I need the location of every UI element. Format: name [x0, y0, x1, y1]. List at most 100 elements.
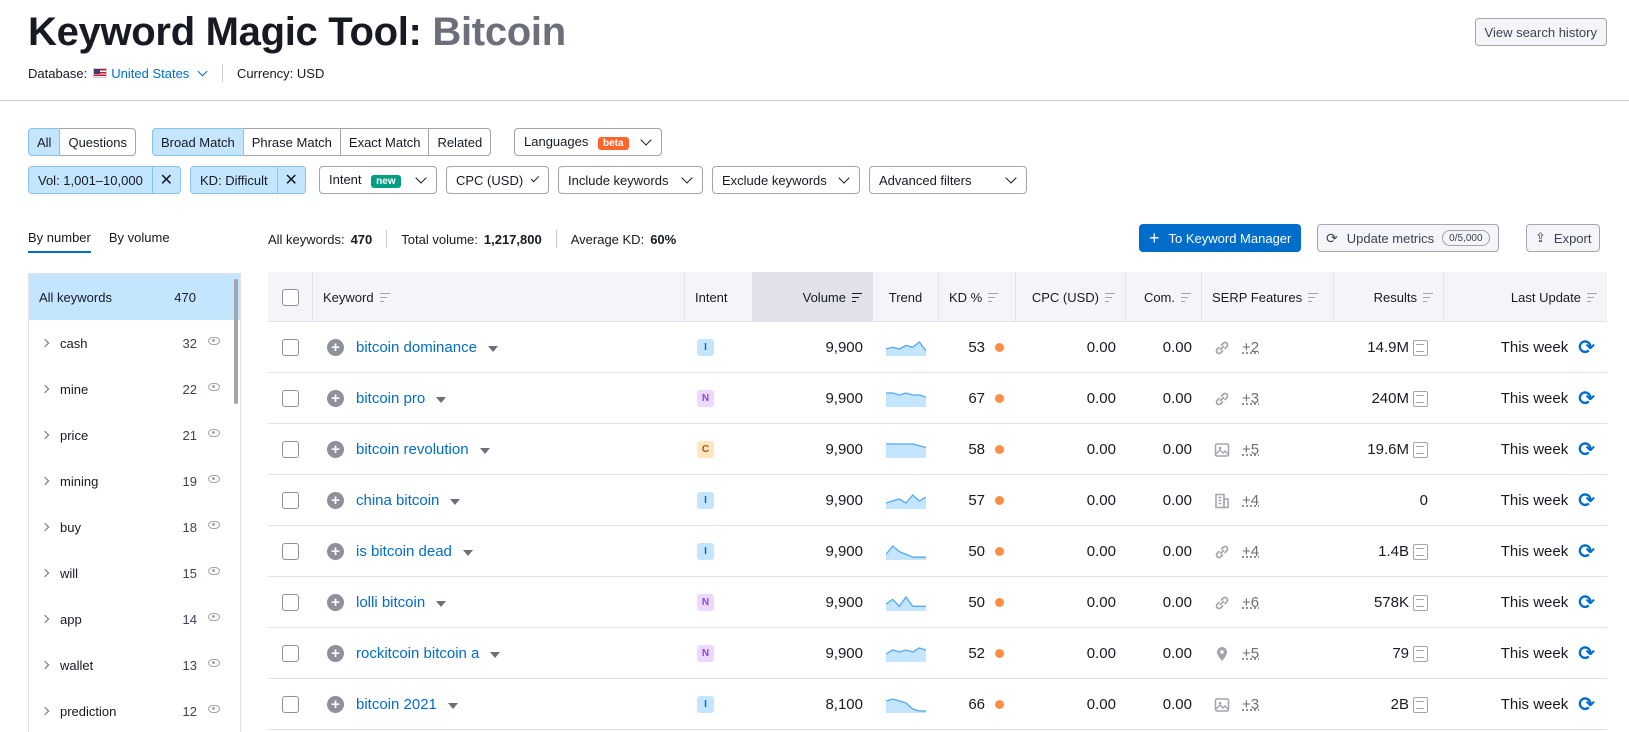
caret-down-icon[interactable]: [436, 396, 447, 403]
caret-down-icon[interactable]: [490, 651, 501, 658]
row-checkbox[interactable]: [282, 339, 299, 356]
sidebar-item-all-keywords[interactable]: All keywords 470: [29, 274, 240, 320]
serp-more-link[interactable]: +3: [1242, 696, 1259, 713]
row-checkbox[interactable]: [282, 441, 299, 458]
eye-icon[interactable]: [208, 383, 220, 391]
to-keyword-manager-button[interactable]: + To Keyword Manager: [1139, 224, 1302, 252]
col-serp-features[interactable]: SERP Features: [1202, 272, 1334, 322]
eye-icon[interactable]: [208, 613, 220, 621]
refresh-icon[interactable]: ⟳: [1578, 491, 1595, 511]
serp-snapshot-icon[interactable]: [1413, 645, 1428, 662]
col-com[interactable]: Com.: [1126, 272, 1202, 322]
row-checkbox[interactable]: [282, 645, 299, 662]
tab-broad-match[interactable]: Broad Match: [152, 128, 244, 156]
tab-questions[interactable]: Questions: [59, 128, 136, 156]
keyword-link[interactable]: lolli bitcoin: [356, 594, 425, 611]
serp-more-link[interactable]: +6: [1242, 594, 1259, 611]
serp-snapshot-icon[interactable]: [1413, 339, 1428, 356]
eye-icon[interactable]: [208, 337, 220, 345]
sidebar-item-mining[interactable]: mining 19: [29, 458, 240, 504]
add-to-list-icon[interactable]: +: [327, 645, 344, 662]
serp-more-link[interactable]: +5: [1242, 441, 1259, 458]
row-checkbox[interactable]: [282, 492, 299, 509]
serp-more-link[interactable]: +2: [1242, 339, 1259, 356]
serp-more-link[interactable]: +3: [1242, 390, 1259, 407]
caret-down-icon[interactable]: [447, 702, 458, 709]
eye-icon[interactable]: [208, 429, 220, 437]
serp-more-link[interactable]: +4: [1242, 543, 1259, 560]
col-kd[interactable]: KD %: [939, 272, 1016, 322]
add-to-list-icon[interactable]: +: [327, 339, 344, 356]
add-to-list-icon[interactable]: +: [327, 594, 344, 611]
serp-snapshot-icon[interactable]: [1413, 696, 1428, 713]
tab-by-number[interactable]: By number: [28, 230, 91, 253]
cpc-dropdown[interactable]: CPC (USD): [446, 166, 549, 194]
eye-icon[interactable]: [208, 521, 220, 529]
select-all-checkbox[interactable]: [281, 288, 299, 306]
keyword-link[interactable]: bitcoin pro: [356, 390, 425, 407]
exclude-keywords-dropdown[interactable]: Exclude keywords: [712, 166, 860, 194]
refresh-icon[interactable]: ⟳: [1578, 593, 1595, 613]
caret-down-icon[interactable]: [450, 498, 461, 505]
col-last-update[interactable]: Last Update: [1444, 272, 1607, 322]
keyword-link[interactable]: bitcoin dominance: [356, 339, 477, 356]
sidebar-item-app[interactable]: app 14: [29, 596, 240, 642]
keyword-link[interactable]: rockitcoin bitcoin a: [356, 645, 479, 662]
sidebar-item-prediction[interactable]: prediction 12: [29, 688, 240, 732]
eye-icon[interactable]: [208, 705, 220, 713]
tab-exact-match[interactable]: Exact Match: [339, 128, 430, 156]
serp-snapshot-icon[interactable]: [1413, 594, 1428, 611]
kd-filter-label[interactable]: KD: Difficult: [190, 166, 278, 194]
include-keywords-dropdown[interactable]: Include keywords: [558, 166, 703, 194]
caret-down-icon[interactable]: [462, 549, 473, 556]
refresh-icon[interactable]: ⟳: [1578, 389, 1595, 409]
keyword-link[interactable]: bitcoin revolution: [356, 441, 469, 458]
tab-related[interactable]: Related: [428, 128, 492, 156]
sidebar-item-cash[interactable]: cash 32: [29, 320, 240, 366]
database-select[interactable]: United States: [111, 66, 212, 81]
update-metrics-button[interactable]: ⟳ Update metrics 0/5,000: [1317, 224, 1499, 252]
serp-snapshot-icon[interactable]: [1413, 543, 1428, 560]
col-keyword[interactable]: Keyword: [313, 272, 685, 322]
sidebar-item-mine[interactable]: mine 22: [29, 366, 240, 412]
keyword-link[interactable]: is bitcoin dead: [356, 543, 452, 560]
serp-snapshot-icon[interactable]: [1413, 390, 1428, 407]
remove-kd-filter-icon[interactable]: ✕: [277, 166, 306, 194]
serp-more-link[interactable]: +5: [1242, 645, 1259, 662]
add-to-list-icon[interactable]: +: [327, 441, 344, 458]
refresh-icon[interactable]: ⟳: [1578, 644, 1595, 664]
volume-filter-label[interactable]: Vol: 1,001–10,000: [28, 166, 153, 194]
tab-all[interactable]: All: [28, 128, 61, 156]
refresh-icon[interactable]: ⟳: [1578, 542, 1595, 562]
refresh-icon[interactable]: ⟳: [1578, 695, 1595, 715]
advanced-filters-dropdown[interactable]: Advanced filters: [869, 166, 1027, 194]
col-cpc[interactable]: CPC (USD): [1016, 272, 1126, 322]
add-to-list-icon[interactable]: +: [327, 696, 344, 713]
keyword-link[interactable]: china bitcoin: [356, 492, 439, 509]
remove-volume-filter-icon[interactable]: ✕: [152, 166, 181, 194]
add-to-list-icon[interactable]: +: [327, 390, 344, 407]
caret-down-icon[interactable]: [487, 345, 498, 352]
row-checkbox[interactable]: [282, 594, 299, 611]
add-to-list-icon[interactable]: +: [327, 492, 344, 509]
eye-icon[interactable]: [208, 659, 220, 667]
tab-by-volume[interactable]: By volume: [109, 230, 170, 253]
add-to-list-icon[interactable]: +: [327, 543, 344, 560]
sidebar-scrollbar[interactable]: [234, 279, 238, 404]
caret-down-icon[interactable]: [436, 600, 447, 607]
col-results[interactable]: Results: [1334, 272, 1444, 322]
col-volume[interactable]: Volume: [753, 272, 873, 322]
row-checkbox[interactable]: [282, 390, 299, 407]
row-checkbox[interactable]: [282, 696, 299, 713]
view-search-history-button[interactable]: View search history: [1474, 18, 1607, 46]
refresh-icon[interactable]: ⟳: [1578, 338, 1595, 358]
intent-dropdown[interactable]: Intent new: [319, 166, 437, 194]
sidebar-item-wallet[interactable]: wallet 13: [29, 642, 240, 688]
serp-more-link[interactable]: +4: [1242, 492, 1259, 509]
keyword-link[interactable]: bitcoin 2021: [356, 696, 437, 713]
sidebar-item-price[interactable]: price 21: [29, 412, 240, 458]
row-checkbox[interactable]: [282, 543, 299, 560]
export-button[interactable]: ⇪ Export: [1526, 224, 1601, 252]
sidebar-item-will[interactable]: will 15: [29, 550, 240, 596]
refresh-icon[interactable]: ⟳: [1578, 440, 1595, 460]
